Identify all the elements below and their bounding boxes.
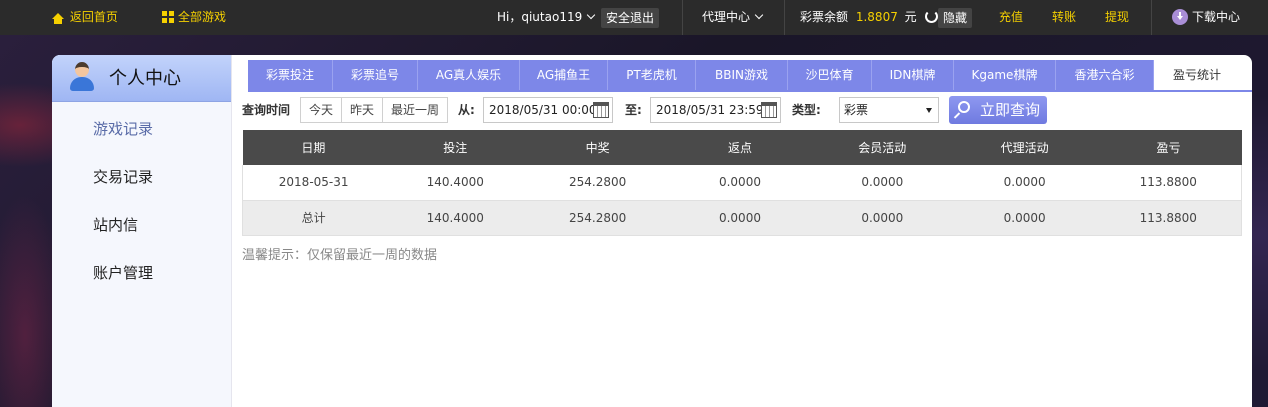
range-yesterday-button[interactable]: 昨天	[342, 98, 384, 122]
column-header: 返点	[669, 130, 811, 165]
table-cell: 254.2800	[526, 165, 670, 201]
table-cell: 2018-05-31	[242, 165, 385, 201]
table-cell: 0.0000	[953, 200, 1096, 236]
table-cell: 113.8800	[1095, 165, 1242, 201]
filter-bar: 查询时间 今天 昨天 最近一周 从: 2018/05/31 00:00 至: 2…	[242, 96, 1252, 124]
balance-value: 1.8807	[855, 10, 898, 24]
hide-balance-button[interactable]: 隐藏	[938, 7, 973, 28]
sidebar-item-game-records[interactable]: 游戏记录	[93, 118, 153, 139]
download-icon	[1172, 9, 1188, 25]
range-last-week-button[interactable]: 最近一周	[383, 98, 447, 122]
to-date-input[interactable]: 2018/05/31 23:59	[650, 97, 781, 123]
calendar-icon[interactable]	[593, 102, 609, 118]
top-bar: 返回首页 全部游戏 Hi，qiutao119 安全退出 代理中心 彩票余额 1.…	[0, 0, 1268, 35]
download-center-link[interactable]: 下载中心	[1172, 0, 1240, 35]
tab-kgame-cards[interactable]: Kgame棋牌	[954, 60, 1056, 91]
recharge-link[interactable]: 充值	[999, 0, 1023, 35]
table-cell: 0.0000	[953, 165, 1096, 201]
type-label: 类型:	[792, 103, 821, 117]
divider	[1151, 0, 1152, 35]
query-time-label: 查询时间	[242, 103, 291, 117]
to-label: 至:	[625, 103, 642, 117]
table-cell: 140.4000	[384, 200, 527, 236]
table-header-row: 日期 投注 中奖 返点 会员活动 代理活动 盈亏	[242, 130, 1242, 165]
sidebar-item-messages[interactable]: 站内信	[93, 214, 138, 235]
divider	[784, 0, 785, 35]
column-header: 代理活动	[953, 130, 1096, 165]
table-cell: 254.2800	[526, 200, 670, 236]
column-header: 盈亏	[1095, 130, 1242, 165]
from-date-input[interactable]: 2018/05/31 00:00	[483, 97, 613, 123]
sidebar-title: 个人中心	[109, 68, 181, 89]
query-button[interactable]: 立即查询	[949, 96, 1047, 124]
tip-text: 温馨提示：仅保留最近一周的数据	[242, 248, 438, 263]
tab-profit-loss[interactable]: 盈亏统计	[1154, 60, 1240, 91]
withdraw-link[interactable]: 提现	[1105, 0, 1129, 35]
tab-lottery-chase[interactable]: 彩票追号	[333, 60, 418, 91]
from-label: 从:	[458, 103, 475, 117]
profit-loss-table: 日期 投注 中奖 返点 会员活动 代理活动 盈亏 2018-05-31 140.…	[242, 130, 1242, 236]
column-header: 投注	[384, 130, 527, 165]
table-cell: 113.8800	[1095, 200, 1242, 236]
calendar-icon[interactable]	[761, 102, 777, 118]
home-icon	[52, 13, 64, 24]
sidebar-item-transaction-records[interactable]: 交易记录	[93, 166, 153, 187]
tab-idn-cards[interactable]: IDN棋牌	[872, 60, 954, 91]
search-icon	[958, 101, 970, 113]
chevron-down-icon	[586, 10, 596, 20]
table-cell: 0.0000	[810, 200, 954, 236]
table-cell: 0.0000	[669, 200, 811, 236]
tab-underline	[248, 90, 1252, 92]
column-header: 会员活动	[810, 130, 954, 165]
type-select[interactable]: 彩票	[839, 97, 939, 123]
logout-button[interactable]: 安全退出	[601, 7, 660, 28]
all-games-link[interactable]: 全部游戏	[162, 0, 226, 35]
column-header: 中奖	[526, 130, 670, 165]
home-link[interactable]: 返回首页	[52, 0, 118, 35]
table-row: 2018-05-31 140.4000 254.2800 0.0000 0.00…	[242, 165, 1242, 201]
tab-bbin-games[interactable]: BBIN游戏	[696, 60, 788, 91]
tab-hk-mark-six[interactable]: 香港六合彩	[1056, 60, 1154, 91]
balance-display: 彩票余额 1.8807 元	[800, 0, 944, 35]
table-cell: 0.0000	[669, 165, 811, 201]
table-cell: 0.0000	[810, 165, 954, 201]
table-cell: 总计	[242, 200, 385, 236]
sidebar-header: 个人中心	[52, 55, 231, 102]
tab-lottery-bets[interactable]: 彩票投注	[248, 60, 333, 91]
main-panel: 个人中心 游戏记录 交易记录 站内信 账户管理 彩票投注 彩票追号 AG真人娱乐…	[52, 55, 1252, 407]
table-total-row: 总计 140.4000 254.2800 0.0000 0.0000 0.000…	[242, 200, 1242, 236]
agent-center-menu[interactable]: 代理中心	[702, 0, 764, 35]
grid-icon	[162, 11, 174, 23]
tab-ag-fishing[interactable]: AG捕鱼王	[520, 60, 608, 91]
transfer-link[interactable]: 转账	[1052, 0, 1076, 35]
tab-pt-slots[interactable]: PT老虎机	[608, 60, 696, 91]
sidebar: 个人中心 游戏记录 交易记录 站内信 账户管理	[52, 55, 232, 407]
refresh-icon[interactable]	[924, 10, 938, 23]
quick-range-group: 今天 昨天 最近一周	[300, 97, 449, 123]
chevron-down-icon	[754, 10, 764, 20]
avatar-icon	[69, 62, 95, 92]
sidebar-item-account-management[interactable]: 账户管理	[93, 262, 153, 283]
column-header: 日期	[242, 130, 385, 165]
tab-saba-sports[interactable]: 沙巴体育	[788, 60, 872, 91]
divider	[682, 0, 683, 35]
range-today-button[interactable]: 今天	[301, 98, 343, 122]
user-greeting[interactable]: Hi，qiutao119	[497, 0, 596, 35]
tab-ag-live[interactable]: AG真人娱乐	[418, 60, 520, 91]
table-cell: 140.4000	[384, 165, 527, 201]
